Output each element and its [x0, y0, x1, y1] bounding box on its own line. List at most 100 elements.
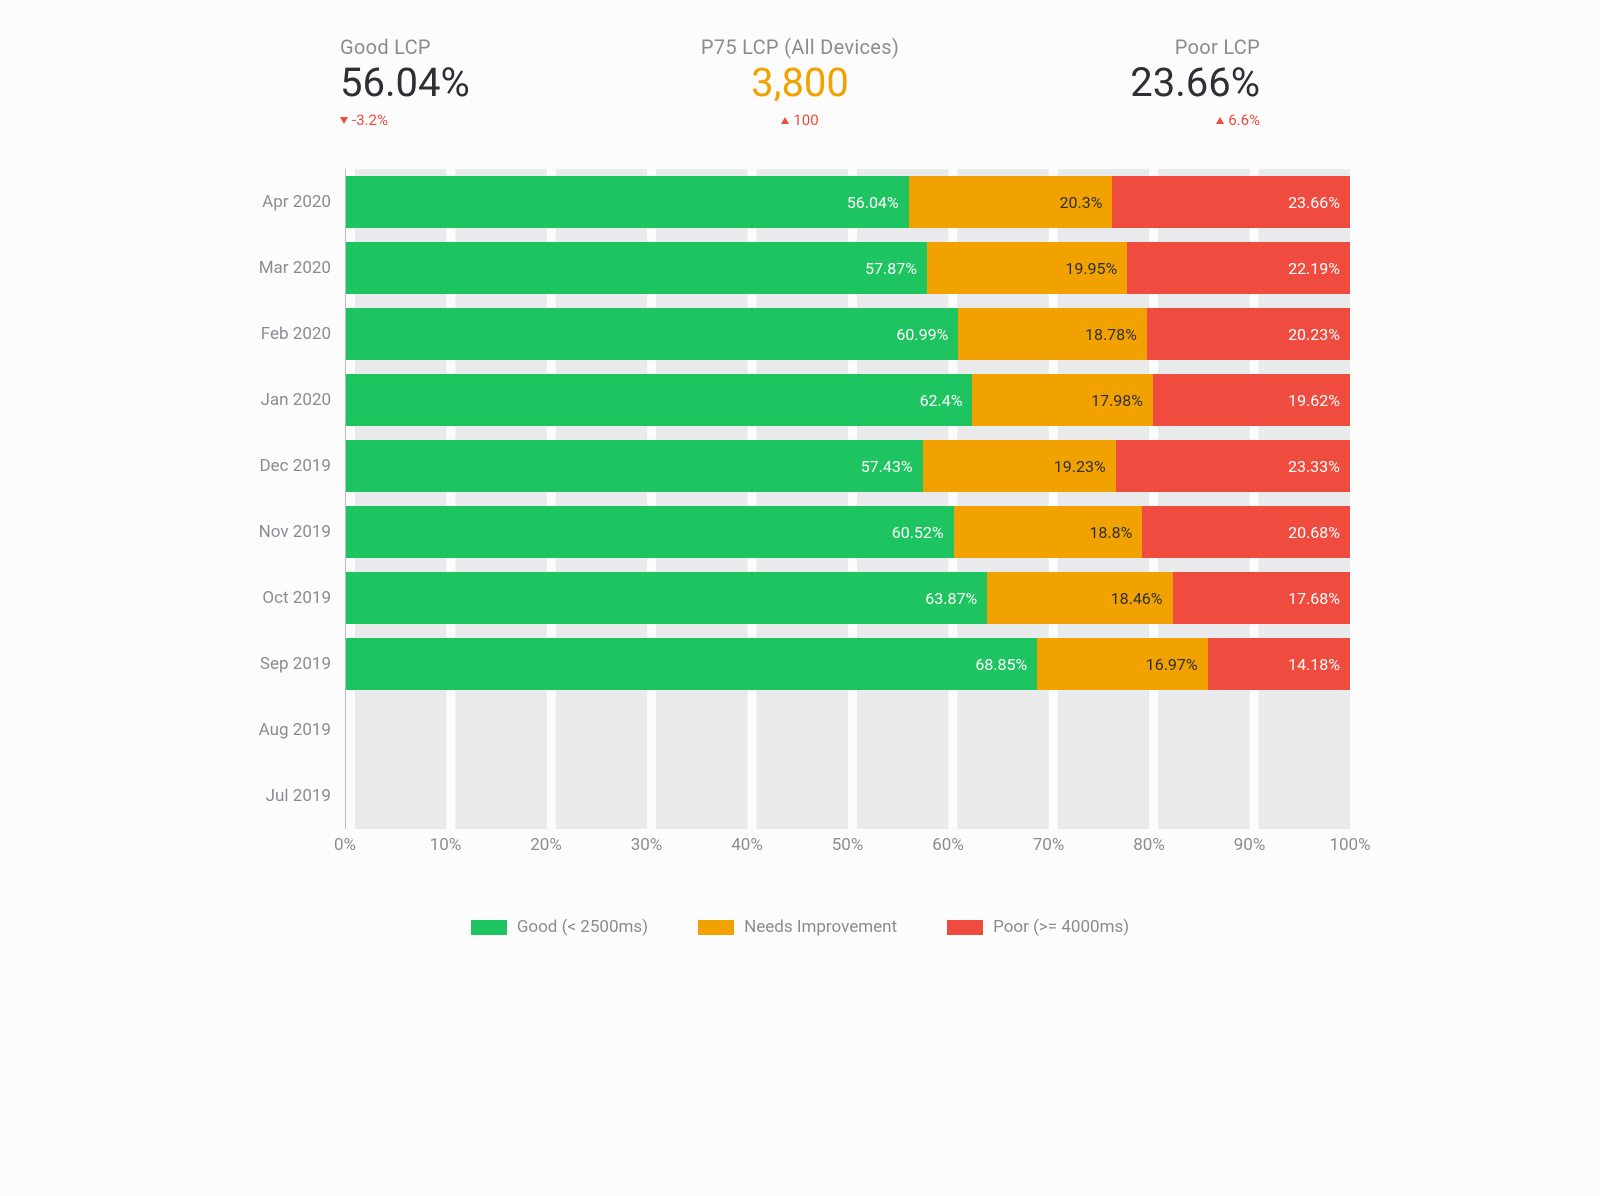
scorecard-poor-lcp: Poor LCP 23.66% 6.6%: [1130, 35, 1260, 129]
x-axis-tick: 40%: [731, 835, 763, 855]
y-axis-label: Dec 2019: [250, 456, 345, 476]
arrow-up-icon: [1216, 117, 1224, 124]
chart-row: Aug 2019: [250, 697, 1350, 763]
chart-track: [345, 697, 1350, 763]
scorecard-label: Good LCP: [340, 35, 431, 59]
chart-track: 63.87%18.46%17.68%: [345, 565, 1350, 631]
bar-segment-good: 62.4%: [346, 374, 972, 426]
scorecard-p75-lcp: P75 LCP (All Devices) 3,800 100: [701, 35, 899, 129]
y-axis-label: Nov 2019: [250, 522, 345, 542]
chart-legend: Good (< 2500ms) Needs Improvement Poor (…: [250, 917, 1350, 937]
legend-label: Good (< 2500ms): [517, 917, 648, 937]
bar-segment-good: 60.99%: [346, 308, 958, 360]
scorecard-value: 56.04%: [340, 61, 470, 105]
chart-track: 56.04%20.3%23.66%: [345, 169, 1350, 235]
y-axis-label: Mar 2020: [250, 258, 345, 278]
scorecard-value: 3,800: [751, 61, 849, 105]
x-axis-tick: 100%: [1329, 835, 1370, 855]
stacked-bar: 56.04%20.3%23.66%: [346, 176, 1350, 228]
bar-segment-good: 57.87%: [346, 242, 927, 294]
scorecard-good-lcp: Good LCP 56.04% -3.2%: [340, 35, 470, 129]
y-axis-label: Oct 2019: [250, 588, 345, 608]
scorecard-delta: 100: [781, 111, 818, 129]
stacked-bar: 63.87%18.46%17.68%: [346, 572, 1350, 624]
x-axis-tick: 90%: [1234, 835, 1266, 855]
chart-track: 62.4%17.98%19.62%: [345, 367, 1350, 433]
scorecard-label: Poor LCP: [1175, 35, 1260, 59]
bar-segment-good: 68.85%: [346, 638, 1037, 690]
bar-segment-needs: 18.46%: [987, 572, 1172, 624]
chart-row: Jan 202062.4%17.98%19.62%: [250, 367, 1350, 433]
bar-segment-good: 57.43%: [346, 440, 923, 492]
arrow-down-icon: [340, 117, 348, 124]
x-axis-tick: 80%: [1133, 835, 1165, 855]
x-axis-tick: 70%: [1033, 835, 1065, 855]
bar-segment-needs: 20.3%: [909, 176, 1113, 228]
legend-swatch-icon: [947, 920, 983, 935]
chart-row: Mar 202057.87%19.95%22.19%: [250, 235, 1350, 301]
x-axis-tick: 30%: [631, 835, 663, 855]
chart-row: Oct 201963.87%18.46%17.68%: [250, 565, 1350, 631]
bar-segment-needs: 19.95%: [927, 242, 1127, 294]
legend-label: Needs Improvement: [744, 917, 897, 937]
y-axis-label: Apr 2020: [250, 192, 345, 212]
bar-segment-good: 63.87%: [346, 572, 987, 624]
stacked-bar: 60.52%18.8%20.68%: [346, 506, 1350, 558]
chart-track: 60.52%18.8%20.68%: [345, 499, 1350, 565]
arrow-up-icon: [781, 117, 789, 124]
bar-segment-poor: 19.62%: [1153, 374, 1350, 426]
bar-segment-needs: 18.78%: [958, 308, 1147, 360]
chart-row: Dec 201957.43%19.23%23.33%: [250, 433, 1350, 499]
chart-track: 57.43%19.23%23.33%: [345, 433, 1350, 499]
y-axis-label: Sep 2019: [250, 654, 345, 674]
bar-segment-poor: 17.68%: [1173, 572, 1350, 624]
chart-track: 68.85%16.97%14.18%: [345, 631, 1350, 697]
y-axis-label: Jul 2019: [250, 786, 345, 806]
chart-x-axis: 0%10%20%30%40%50%60%70%80%90%100%: [250, 833, 1350, 857]
chart-track: 57.87%19.95%22.19%: [345, 235, 1350, 301]
legend-item-needs: Needs Improvement: [698, 917, 897, 937]
scorecard-value: 23.66%: [1130, 61, 1260, 105]
stacked-bar: 68.85%16.97%14.18%: [346, 638, 1350, 690]
bar-segment-needs: 16.97%: [1037, 638, 1207, 690]
scorecards-row: Good LCP 56.04% -3.2% P75 LCP (All Devic…: [250, 35, 1350, 139]
x-axis-tick: 0%: [334, 835, 356, 855]
legend-swatch-icon: [471, 920, 507, 935]
bar-segment-poor: 23.66%: [1112, 176, 1350, 228]
legend-item-poor: Poor (>= 4000ms): [947, 917, 1129, 937]
bar-segment-good: 56.04%: [346, 176, 909, 228]
bar-segment-poor: 23.33%: [1116, 440, 1350, 492]
chart-row: Feb 202060.99%18.78%20.23%: [250, 301, 1350, 367]
bar-segment-needs: 19.23%: [923, 440, 1116, 492]
stacked-bar: 60.99%18.78%20.23%: [346, 308, 1350, 360]
chart-row: Apr 202056.04%20.3%23.66%: [250, 169, 1350, 235]
legend-swatch-icon: [698, 920, 734, 935]
bar-segment-poor: 14.18%: [1208, 638, 1350, 690]
x-axis-tick: 10%: [430, 835, 462, 855]
bar-segment-needs: 17.98%: [972, 374, 1153, 426]
stacked-bar: 62.4%17.98%19.62%: [346, 374, 1350, 426]
y-axis-label: Feb 2020: [250, 324, 345, 344]
legend-item-good: Good (< 2500ms): [471, 917, 648, 937]
scorecard-delta-value: 100: [793, 111, 818, 129]
y-axis-label: Jan 2020: [250, 390, 345, 410]
scorecard-label: P75 LCP (All Devices): [701, 35, 899, 59]
scorecard-delta: 6.6%: [1216, 111, 1260, 129]
scorecard-delta: -3.2%: [340, 111, 388, 129]
lcp-dashboard: Good LCP 56.04% -3.2% P75 LCP (All Devic…: [160, 0, 1440, 977]
bar-segment-poor: 22.19%: [1127, 242, 1350, 294]
chart-track: [345, 763, 1350, 829]
scorecard-delta-value: -3.2%: [352, 111, 388, 129]
bar-segment-poor: 20.68%: [1142, 506, 1350, 558]
scorecard-delta-value: 6.6%: [1228, 111, 1260, 129]
bar-segment-needs: 18.8%: [954, 506, 1143, 558]
x-axis-tick: 50%: [832, 835, 864, 855]
chart-row: Nov 201960.52%18.8%20.68%: [250, 499, 1350, 565]
stacked-bar: 57.43%19.23%23.33%: [346, 440, 1350, 492]
x-axis-tick: 20%: [530, 835, 562, 855]
lcp-stacked-bar-chart: Apr 202056.04%20.3%23.66%Mar 202057.87%1…: [250, 169, 1350, 829]
chart-row: Jul 2019: [250, 763, 1350, 829]
stacked-bar: 57.87%19.95%22.19%: [346, 242, 1350, 294]
bar-segment-poor: 20.23%: [1147, 308, 1350, 360]
chart-track: 60.99%18.78%20.23%: [345, 301, 1350, 367]
